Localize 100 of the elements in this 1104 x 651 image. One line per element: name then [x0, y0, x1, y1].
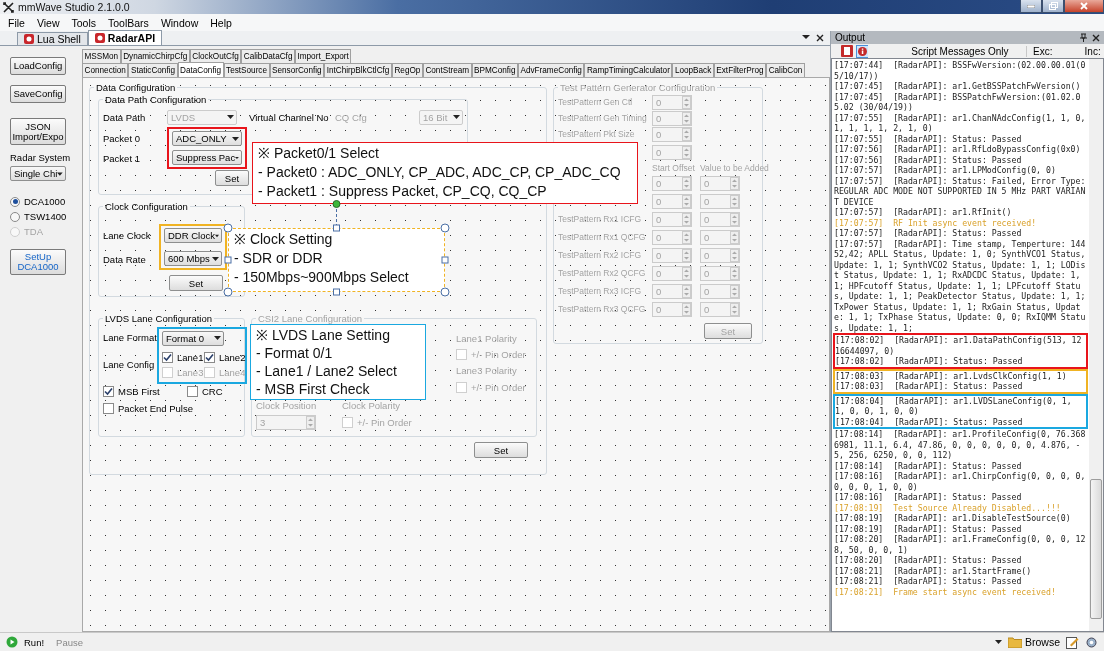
log-line: [17:07:57] [RadarAPI]: ar1.RfInit() [834, 207, 1013, 218]
field-label: Data Rate [103, 253, 146, 265]
document-tab[interactable]: RadarAPI [87, 30, 163, 45]
log-line: [17:08:16] [RadarAPI]: Status: Passed [834, 492, 1023, 503]
log-line: [17:07:57] [RadarAPI]: Status: Failed, Error Type: REGULAR ADC MODE NOT SUPPORTED IN 5 MHz PART VARIANT DEVICE [834, 175, 1087, 207]
dropdown-arrow-icon[interactable] [802, 34, 810, 40]
field-label: Lane Config [103, 358, 155, 370]
tab[interactable]: Connection [82, 63, 129, 77]
set-button[interactable]: Set [215, 170, 249, 186]
field-label: TestPattern Pkt Size [558, 129, 635, 139]
dropdown[interactable]: DDR Clock [164, 228, 222, 243]
spin-arrows-icon [730, 266, 739, 280]
document-tab[interactable]: Lua Shell [17, 32, 88, 45]
tab[interactable]: BPMConfig [471, 63, 518, 77]
callout-text: ※ LVDS Lane Setting [256, 326, 391, 344]
run-icon [6, 636, 18, 648]
tab[interactable]: SensorConfig [269, 63, 325, 77]
tab[interactable]: ClockOutCfg [189, 49, 242, 63]
checkbox[interactable] [162, 351, 173, 363]
info-icon[interactable] [855, 44, 869, 58]
close-icon[interactable] [1092, 33, 1100, 42]
tab[interactable]: RegOp [391, 63, 423, 77]
menu-item[interactable]: Tools [65, 16, 102, 29]
callout-text: - Format 0/1 [256, 344, 334, 362]
tab[interactable]: DynamicChirpCfg [120, 49, 190, 63]
dropdown[interactable]: 600 Mbps [164, 251, 222, 266]
pin-icon[interactable] [1080, 33, 1087, 42]
setup-button[interactable]: SetUp DCA1000 [10, 249, 66, 275]
dropdown[interactable]: ADC_ONLY [172, 131, 242, 146]
minimize-button[interactable] [1020, 0, 1042, 13]
field-label: Lane Format [103, 331, 157, 343]
tab[interactable]: RampTimingCalculator [584, 63, 673, 77]
log-line: [17:08:20] [RadarAPI]: ar1.FrameConfig(0, 0, 0, 128, 50, 0, 0, 1) [834, 534, 1087, 555]
sidebar-button[interactable]: SaveConfig [10, 85, 66, 103]
dropdown[interactable]: Suppress Pac [172, 150, 242, 165]
checkbox[interactable] [187, 385, 198, 397]
maximize-button[interactable] [1042, 0, 1064, 13]
close-icon[interactable] [816, 34, 824, 42]
spin-arrows-icon [730, 302, 739, 316]
field-label: TestPattern Rx2 QCFG [558, 268, 646, 278]
group-title: LVDS Lane Configuration [104, 313, 214, 324]
radio-button[interactable] [10, 196, 20, 207]
checkbox-label: Lane4 [219, 366, 246, 378]
sidebar-button[interactable]: JSON Import/Expo [10, 118, 66, 145]
radio-button[interactable] [10, 211, 20, 222]
tab[interactable]: DataConfig [177, 62, 224, 77]
log-line: [17:08:02] [RadarAPI]: Status: Passed [835, 356, 1024, 367]
menu-item[interactable]: File [2, 16, 31, 29]
tab[interactable]: CalibDataCfg [241, 49, 295, 63]
close-button[interactable] [1064, 0, 1104, 13]
tab[interactable]: ContStream [422, 63, 472, 77]
callout-text: - Packet1 : Suppress Packet, CP_CQ, CQ_CP [258, 182, 548, 201]
menu-item[interactable]: Window [154, 16, 205, 29]
scrollbar-thumb[interactable] [1090, 479, 1102, 619]
group-title: Data Configuration [95, 82, 177, 93]
tab[interactable]: CalibCon [766, 63, 805, 77]
caret-icon [232, 136, 239, 141]
set-button[interactable]: Set [169, 275, 223, 291]
tab[interactable]: MSSMon [82, 49, 121, 63]
tab[interactable]: TestSource [223, 63, 270, 77]
tab[interactable]: StaticConfig [128, 63, 178, 77]
log-line: [17:08:21] [RadarAPI]: Status: Passed [834, 576, 1023, 587]
include-label: Inc: [1084, 45, 1102, 57]
tab[interactable]: ExtFilterProg [713, 63, 767, 77]
gear-icon[interactable] [1085, 635, 1098, 649]
menu-item[interactable]: Help [204, 16, 238, 29]
dropdown[interactable]: Format 0 [162, 330, 224, 346]
run-button[interactable]: Run! [24, 636, 45, 648]
caret-icon [227, 115, 234, 119]
field-label: Virtual Channel No [249, 111, 329, 123]
radio-label: DCA1000 [24, 196, 66, 207]
spin-arrows-icon [730, 248, 739, 262]
callout-text: - 150Mbps~900Mbps Select [234, 268, 410, 287]
menu-item[interactable]: ToolBars [102, 16, 155, 29]
log-line: [17:08:03] [RadarAPI]: Status: Passed [835, 381, 1024, 392]
tab[interactable]: IntChirpBlkCtlCfg [324, 63, 392, 77]
spin-arrows-icon [682, 248, 691, 262]
dropdown-arrow-icon[interactable] [995, 640, 1002, 644]
field-label: TestPattern Rx3 QCFG [558, 304, 646, 314]
caret-icon [212, 256, 219, 261]
filter-label[interactable]: Script Messages Only [911, 45, 1021, 57]
checkbox[interactable] [103, 402, 114, 414]
spin-arrows-icon [682, 302, 691, 316]
app-icon [3, 1, 14, 13]
document-icon[interactable] [841, 45, 853, 57]
checkbox[interactable] [204, 351, 215, 363]
checkbox[interactable] [103, 385, 114, 397]
menu-item[interactable]: View [30, 16, 66, 29]
tab[interactable]: AdvFrameConfig [518, 63, 585, 77]
field-label: Clock Polarity [342, 399, 401, 411]
sidebar-button[interactable]: LoadConfig [10, 57, 66, 75]
set-button[interactable]: Set [474, 442, 528, 458]
edit-icon[interactable] [1066, 635, 1079, 649]
tab[interactable]: LoopBack [672, 63, 714, 77]
log-line: [17:08:19] [RadarAPI]: Status: Passed [834, 523, 1023, 534]
browse-button[interactable]: Browse [1008, 636, 1060, 648]
tab[interactable]: Import_Export [294, 49, 352, 63]
log-line: [17:07:57] RF Init async event received! [834, 217, 1038, 228]
dropdown[interactable]: Single Chi [10, 166, 66, 181]
callout-text: - MSB First Check [256, 380, 371, 398]
